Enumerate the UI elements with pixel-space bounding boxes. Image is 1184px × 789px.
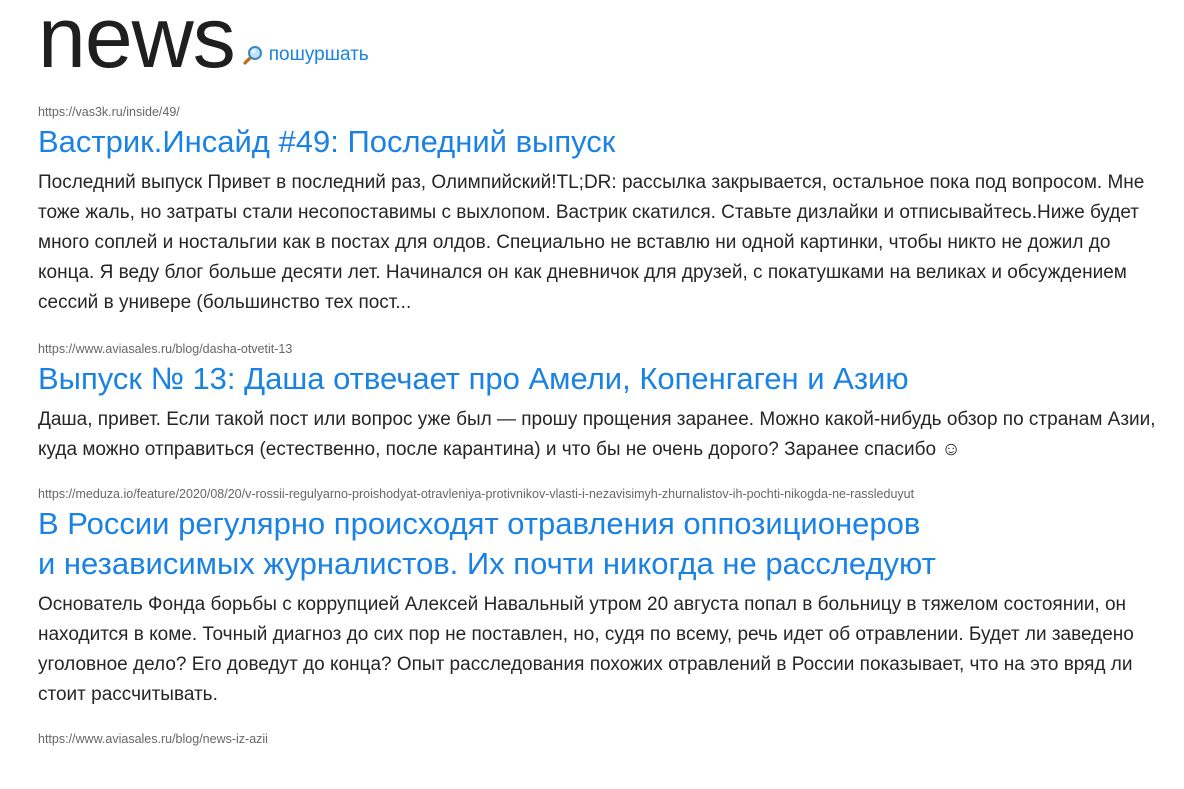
- item-title-line: В России регулярно происходят отравления…: [38, 506, 921, 541]
- news-item: https://meduza.io/feature/2020/08/20/v-r…: [38, 486, 1158, 710]
- item-snippet: Даша, привет. Если такой пост или вопрос…: [38, 409, 1156, 460]
- magnifier-icon: [241, 43, 265, 67]
- item-title-link[interactable]: В России регулярно происходят отравления…: [38, 504, 1158, 584]
- item-url: https://vas3k.ru/inside/49/: [38, 105, 180, 119]
- item-title-line: и независимых журналистов. Их почти нико…: [38, 546, 936, 581]
- item-title-link[interactable]: Вастрик.Инсайд #49: Последний выпуск: [38, 122, 1158, 162]
- news-item: https://www.aviasales.ru/blog/news-iz-az…: [38, 731, 1158, 747]
- header: news пошуршать: [38, 0, 1158, 92]
- item-url: https://www.aviasales.ru/blog/news-iz-az…: [38, 732, 268, 746]
- item-url: https://meduza.io/feature/2020/08/20/v-r…: [38, 487, 915, 501]
- page: news пошуршать https://vas3k.ru/inside/4…: [0, 0, 1158, 747]
- news-item: https://www.aviasales.ru/blog/dasha-otve…: [38, 341, 1158, 465]
- item-url: https://www.aviasales.ru/blog/dasha-otve…: [38, 342, 293, 356]
- news-item: https://vas3k.ru/inside/49/ Вастрик.Инса…: [38, 104, 1158, 318]
- item-snippet: Основатель Фонда борьбы с коррупцией Але…: [38, 594, 1134, 705]
- item-title-link[interactable]: Выпуск № 13: Даша отвечает про Амели, Ко…: [38, 359, 1158, 399]
- item-snippet: Последний выпуск Привет в последний раз,…: [38, 172, 1145, 313]
- site-logo[interactable]: news: [38, 0, 236, 84]
- search-label: пошуршать: [268, 44, 369, 65]
- search-button[interactable]: пошуршать: [241, 43, 369, 67]
